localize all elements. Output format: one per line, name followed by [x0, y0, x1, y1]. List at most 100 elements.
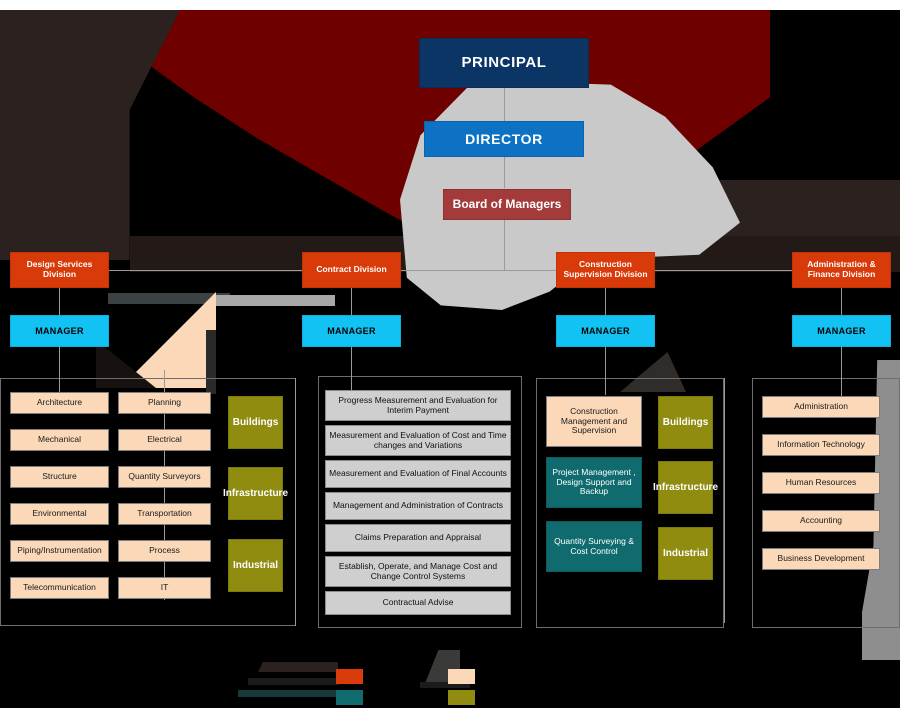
- node-label: Information Technology: [777, 439, 865, 450]
- design-item-transportation[interactable]: Transportation: [118, 503, 211, 525]
- connector-design-rail-c: [295, 378, 296, 626]
- division-header-contract[interactable]: Contract Division: [302, 252, 401, 288]
- design-item-electrical[interactable]: Electrical: [118, 429, 211, 451]
- design-item-environmental[interactable]: Environmental: [10, 503, 109, 525]
- connector-contract-group: [351, 347, 352, 391]
- design-item-it[interactable]: IT: [118, 577, 211, 599]
- node-label: Architecture: [36, 397, 83, 408]
- contract-item-progress-measurement[interactable]: Progress Measurement and Evaluation for …: [325, 390, 511, 421]
- admin-item-human-resources[interactable]: Human Resources: [762, 472, 880, 494]
- construction-item-project-management-design-support[interactable]: Project Management , Design Support and …: [546, 457, 642, 508]
- manager-label: MANAGER: [327, 325, 376, 336]
- node-label: Measurement and Evaluation of Cost and T…: [329, 429, 507, 450]
- design-item-telecommunication[interactable]: Telecommunication: [10, 577, 109, 599]
- connector-division-bus: [59, 270, 842, 271]
- connector-construction-group: [605, 347, 606, 395]
- connector-design-group: [59, 347, 60, 395]
- decorative-dark-bar: [206, 330, 216, 394]
- contract-item-administration-of-contracts[interactable]: Management and Administration of Contrac…: [325, 492, 511, 520]
- connector-construction-rail: [724, 378, 725, 623]
- node-label: Business Development: [777, 553, 865, 564]
- node-label: Mechanical: [38, 434, 81, 445]
- node-label: Quantity Surveying & Cost Control: [554, 535, 634, 556]
- construction-sector-industrial[interactable]: Industrial: [658, 527, 713, 580]
- design-item-architecture[interactable]: Architecture: [10, 392, 109, 414]
- contract-item-change-control-systems[interactable]: Establish, Operate, and Manage Cost and …: [325, 556, 511, 587]
- design-item-quantity-surveyors[interactable]: Quantity Surveyors: [118, 466, 211, 488]
- manager-administration-finance[interactable]: MANAGER: [792, 315, 891, 347]
- decorative-dark-wedge-left: [96, 340, 156, 388]
- footer-artifact-dark: [248, 678, 340, 685]
- division-header-construction-supervision[interactable]: Construction Supervision Division: [556, 252, 655, 288]
- connector-director-board: [504, 156, 505, 188]
- division-header-administration-finance[interactable]: Administration & Finance Division: [792, 252, 891, 288]
- node-label: Infrastructure: [223, 487, 289, 499]
- admin-item-information-technology[interactable]: Information Technology: [762, 434, 880, 456]
- manager-design-services[interactable]: MANAGER: [10, 315, 109, 347]
- node-label: Buildings: [662, 416, 709, 428]
- construction-sector-buildings[interactable]: Buildings: [658, 396, 713, 449]
- legend-swatch-peach: [448, 669, 475, 684]
- admin-item-accounting[interactable]: Accounting: [762, 510, 880, 532]
- node-director[interactable]: DIRECTOR: [424, 121, 584, 157]
- design-item-planning[interactable]: Planning: [118, 392, 211, 414]
- admin-item-business-development[interactable]: Business Development: [762, 548, 880, 570]
- node-principal-label: PRINCIPAL: [461, 54, 547, 72]
- legend-swatch-teal: [336, 690, 363, 705]
- contract-item-cost-time-variations[interactable]: Measurement and Evaluation of Cost and T…: [325, 425, 511, 456]
- node-label: Progress Measurement and Evaluation for …: [338, 394, 498, 415]
- design-item-piping-instrumentation[interactable]: Piping/Instrumentation: [10, 540, 109, 562]
- construction-sector-infrastructure[interactable]: Infrastructure: [653, 461, 718, 514]
- node-director-label: DIRECTOR: [465, 130, 543, 147]
- contract-item-claims-preparation[interactable]: Claims Preparation and Appraisal: [325, 524, 511, 552]
- division-header-design-services[interactable]: Design Services Division: [10, 252, 109, 288]
- footer-artifact-teal-bar: [238, 690, 338, 697]
- decorative-dark-brown-band: [130, 236, 900, 272]
- manager-label: MANAGER: [581, 325, 630, 336]
- node-label: Transportation: [137, 508, 192, 519]
- design-item-mechanical[interactable]: Mechanical: [10, 429, 109, 451]
- node-label: Human Resources: [785, 477, 857, 488]
- node-label: Structure: [42, 471, 77, 482]
- design-sector-infrastructure[interactable]: Infrastructure: [223, 467, 288, 520]
- node-label: Management and Administration of Contrac…: [332, 500, 504, 511]
- node-label: Industrial: [662, 547, 708, 559]
- node-label: Environmental: [32, 508, 87, 519]
- division-header-label: Administration & Finance Division: [807, 259, 876, 279]
- contract-item-final-accounts[interactable]: Measurement and Evaluation of Final Acco…: [325, 460, 511, 488]
- node-principal[interactable]: PRINCIPAL: [419, 38, 589, 88]
- node-label: Telecommunication: [23, 582, 96, 593]
- node-label: Project Management , Design Support and …: [552, 466, 636, 497]
- contract-item-contractual-advise[interactable]: Contractual Advise: [325, 591, 511, 615]
- design-sector-buildings[interactable]: Buildings: [228, 396, 283, 449]
- node-label: Establish, Operate, and Manage Cost and …: [338, 560, 498, 581]
- node-label: Piping/Instrumentation: [17, 545, 102, 556]
- manager-construction-supervision[interactable]: MANAGER: [556, 315, 655, 347]
- decorative-dark-brown-left: [0, 10, 180, 260]
- design-item-structure[interactable]: Structure: [10, 466, 109, 488]
- design-sector-industrial[interactable]: Industrial: [228, 539, 283, 592]
- node-label: Contractual Advise: [382, 597, 454, 608]
- construction-item-quantity-surveying-cost-control[interactable]: Quantity Surveying & Cost Control: [546, 521, 642, 572]
- division-header-label: Construction Supervision Division: [563, 259, 648, 279]
- node-label: Accounting: [799, 515, 843, 526]
- top-white-band: [0, 0, 900, 10]
- legend-swatch-olive: [448, 690, 475, 705]
- decorative-gray-bar-right: [215, 295, 335, 306]
- node-board-of-managers[interactable]: Board of Managers: [443, 189, 571, 220]
- connector-board-bus: [504, 219, 505, 270]
- design-item-process[interactable]: Process: [118, 540, 211, 562]
- admin-item-administration[interactable]: Administration: [762, 396, 880, 418]
- node-label: Buildings: [232, 416, 279, 428]
- node-label: Industrial: [232, 559, 278, 571]
- manager-label: MANAGER: [817, 325, 866, 336]
- node-label: Claims Preparation and Appraisal: [354, 532, 482, 543]
- legend-swatch-orange: [336, 669, 363, 684]
- construction-item-management-supervision[interactable]: Construction Management and Supervision: [546, 396, 642, 447]
- node-label: Measurement and Evaluation of Final Acco…: [329, 468, 507, 479]
- footer-artifact-brown: [258, 662, 338, 672]
- node-label: Construction Management and Supervision: [560, 405, 628, 436]
- manager-contract[interactable]: MANAGER: [302, 315, 401, 347]
- node-board-label: Board of Managers: [452, 196, 562, 211]
- decorative-dark-wedge-center: [620, 352, 686, 392]
